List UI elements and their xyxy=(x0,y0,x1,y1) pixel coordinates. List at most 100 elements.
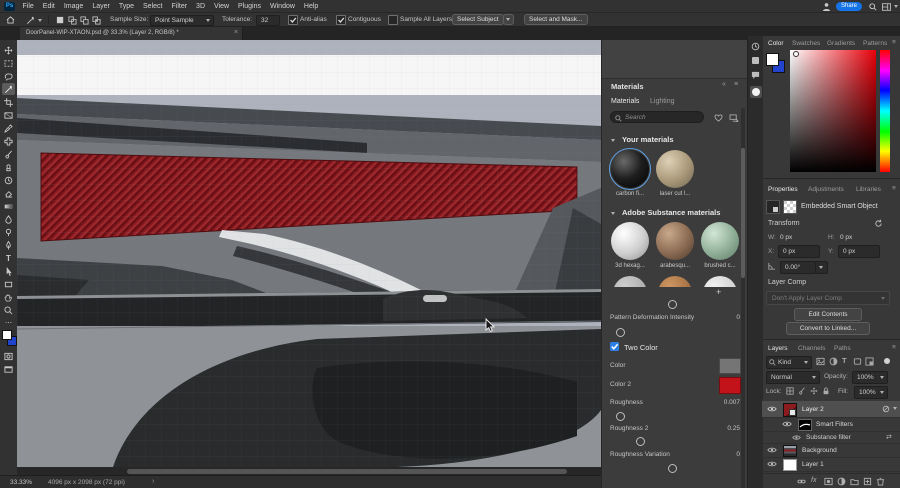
add-mask-icon[interactable] xyxy=(824,477,833,486)
sample-all-layers-checkbox[interactable] xyxy=(388,15,398,25)
photoshop-logo[interactable]: Ps xyxy=(4,2,15,11)
smart-filters-mask-thumbnail[interactable] xyxy=(798,419,812,431)
swatches-tab[interactable]: Swatches xyxy=(792,40,820,47)
menu-window[interactable]: Window xyxy=(266,3,300,10)
pattern-deformation-value[interactable]: 0 xyxy=(720,314,740,321)
brush-tool[interactable] xyxy=(2,148,15,160)
roughness-variation-value[interactable]: 0 xyxy=(720,451,740,458)
contiguous-checkbox[interactable] xyxy=(336,15,346,25)
menu-plugins[interactable]: Plugins xyxy=(234,3,266,10)
select-subject-button[interactable]: Select Subject xyxy=(452,14,504,25)
move-tool[interactable] xyxy=(2,44,15,56)
material-brushed[interactable] xyxy=(701,222,739,260)
foreground-color-swatch[interactable] xyxy=(2,330,12,340)
new-selection-icon[interactable] xyxy=(56,16,65,25)
type-tool[interactable]: T xyxy=(2,252,15,264)
eyedropper-tool[interactable] xyxy=(2,122,15,134)
roughness-value[interactable]: 0.007 xyxy=(714,399,740,406)
add-material-icon[interactable]: + xyxy=(716,287,721,297)
smart-filters-visibility-icon[interactable] xyxy=(782,420,792,428)
menu-filter[interactable]: Filter xyxy=(167,3,192,10)
anti-alias-label[interactable]: Anti-alias xyxy=(300,16,327,23)
color-foreground-swatch[interactable] xyxy=(766,53,779,66)
layer-row-smart-filters[interactable]: Smart Filters xyxy=(762,417,900,432)
lock-all-icon[interactable] xyxy=(822,387,830,395)
smart-filters-name[interactable]: Smart Filters xyxy=(816,421,853,428)
angle-dropdown[interactable] xyxy=(815,261,828,274)
menu-type[interactable]: Type xyxy=(114,3,138,10)
blend-mode-dropdown[interactable]: Normal xyxy=(766,371,820,384)
two-color-checkbox[interactable] xyxy=(610,342,619,351)
two-color-label[interactable]: Two Color xyxy=(624,343,658,352)
layer2-name[interactable]: Layer 2 xyxy=(802,406,824,413)
sample-all-layers-label[interactable]: Sample All Layers xyxy=(400,16,452,23)
tab-close-icon[interactable]: × xyxy=(234,29,238,36)
foreground-background-swatches[interactable] xyxy=(2,330,16,346)
magic-wand-preset-icon[interactable] xyxy=(26,16,35,25)
width-value[interactable]: 0 px xyxy=(780,234,792,241)
layers-panel-menu-icon[interactable]: ≡ xyxy=(892,344,896,351)
search-icon[interactable] xyxy=(869,3,877,11)
layers-tab[interactable]: Layers xyxy=(768,345,788,352)
shape-tool[interactable] xyxy=(2,278,15,290)
canvas-area[interactable] xyxy=(17,40,601,467)
color-picker-marker[interactable] xyxy=(793,51,799,57)
your-materials-chevron-icon[interactable] xyxy=(611,139,615,142)
dodge-tool[interactable] xyxy=(2,226,15,238)
layer1-visibility-icon[interactable] xyxy=(767,460,777,468)
material-carbon-fiber[interactable] xyxy=(611,150,649,188)
angle-input[interactable]: 0.00° xyxy=(780,261,816,274)
roughness2-slider-knob[interactable] xyxy=(636,437,645,446)
fill-input[interactable]: 100% xyxy=(854,386,888,399)
layer2-smart-filter-icon[interactable] xyxy=(882,405,890,413)
substance-filter-visibility-icon[interactable] xyxy=(792,434,801,441)
tool-preset-chevron-icon[interactable] xyxy=(38,19,42,22)
materials-scrollbar[interactable] xyxy=(741,108,745,488)
layer2-thumbnail[interactable] xyxy=(783,403,797,417)
history-icon[interactable] xyxy=(751,42,760,51)
canvas-h-scrollbar[interactable] xyxy=(17,467,601,475)
properties-tab[interactable]: Properties xyxy=(768,186,798,193)
materials-tab[interactable]: Materials xyxy=(611,98,639,105)
menu-help[interactable]: Help xyxy=(299,3,322,10)
history-brush-tool[interactable] xyxy=(2,174,15,186)
add-selection-icon[interactable] xyxy=(68,16,77,25)
select-subject-chevron[interactable] xyxy=(503,14,514,25)
roughness2-value[interactable]: 0.25 xyxy=(714,425,740,432)
background-thumbnail[interactable] xyxy=(783,445,797,457)
zoom-tool[interactable] xyxy=(2,304,15,316)
materials-scrollbar-thumb[interactable] xyxy=(741,148,745,278)
materials-panel-title[interactable]: Materials xyxy=(611,82,644,91)
substance-filter-name[interactable]: Substance filter xyxy=(806,434,851,441)
avatar[interactable] xyxy=(822,2,831,11)
workspace-icon[interactable] xyxy=(882,3,891,11)
hidden-param-slider-knob[interactable] xyxy=(668,300,677,309)
opacity-input[interactable]: 100% xyxy=(852,371,888,384)
zoom-level[interactable]: 33.33% xyxy=(10,479,32,486)
roughness-variation-slider-knob[interactable] xyxy=(668,464,677,473)
menu-view[interactable]: View xyxy=(210,3,234,10)
layer1-name[interactable]: Layer 1 xyxy=(802,461,824,468)
layer2-visibility-icon[interactable] xyxy=(767,405,777,413)
lasso-tool[interactable] xyxy=(2,70,15,82)
panel-menu-icon[interactable]: ≡ xyxy=(734,81,738,88)
color-panel-menu-icon[interactable]: ≡ xyxy=(892,39,896,46)
intersect-selection-icon[interactable] xyxy=(92,16,101,25)
filter-pixel-icon[interactable] xyxy=(816,357,825,366)
adobe-materials-label[interactable]: Adobe Substance materials xyxy=(622,208,720,217)
material-partial-1[interactable] xyxy=(613,276,647,287)
menu-image[interactable]: Image xyxy=(59,3,87,10)
gradients-tab[interactable]: Gradients xyxy=(827,40,855,47)
home-icon[interactable] xyxy=(6,16,15,24)
marquee-tool[interactable] xyxy=(2,57,15,69)
select-and-mask-button[interactable]: Select and Mask... xyxy=(524,14,588,25)
filter-shape-icon[interactable] xyxy=(853,357,862,366)
adobe-materials-chevron-icon[interactable] xyxy=(611,212,615,215)
height-value[interactable]: 0 px xyxy=(840,234,852,241)
menu-select[interactable]: Select xyxy=(139,3,167,10)
swatches-dock-icon[interactable] xyxy=(752,57,759,64)
contiguous-label[interactable]: Contiguous xyxy=(348,16,381,23)
saturation-brightness-box[interactable] xyxy=(790,50,876,172)
roughness-slider-knob[interactable] xyxy=(616,412,625,421)
material-laser-cut[interactable] xyxy=(656,150,694,188)
